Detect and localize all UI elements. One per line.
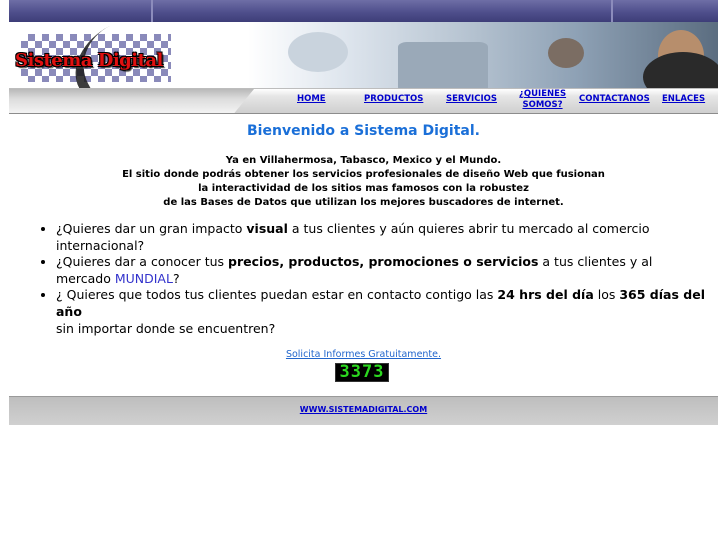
- photo-monitor-shape: [288, 32, 348, 72]
- feature-highlight: precios, productos, promociones o servic…: [228, 254, 539, 270]
- feature-text: sin importar donde se encuentren?: [56, 320, 276, 336]
- nav-productos[interactable]: PRODUCTOS: [364, 94, 423, 105]
- feature-text: ¿ Quieres que todos tus clientes puedan …: [56, 287, 498, 303]
- intro-text: Ya en Villahermosa, Tabasco, Mexico y el…: [9, 154, 718, 210]
- intro-line: El sitio donde podrás obtener los servic…: [122, 169, 605, 180]
- strip-divider: [611, 0, 613, 22]
- feature-text: ¿Quieres dar a conocer tus: [56, 254, 229, 270]
- nav-enlaces[interactable]: ENLACES: [662, 94, 705, 105]
- photo-desk-shape: [398, 42, 488, 88]
- top-banner-strip: [9, 0, 718, 22]
- nav-quienes-line2: SOMOS?: [522, 100, 563, 110]
- site-logo[interactable]: Sistema Digital: [15, 50, 163, 71]
- photo-person-hair: [643, 52, 718, 88]
- welcome-heading: Bienvenido a Sistema Digital.: [247, 123, 480, 139]
- header-photo: [248, 22, 718, 88]
- nav-quienes-line1: ¿QUIENES: [519, 89, 567, 99]
- visit-counter: 3373: [335, 363, 389, 382]
- list-item: ¿Quieres dar a conocer tus precios, prod…: [56, 254, 706, 287]
- list-item: ¿Quieres dar un gran impacto visual a tu…: [56, 221, 706, 254]
- feature-highlight: visual: [246, 221, 288, 236]
- intro-line: de las Bases de Datos que utilizan los m…: [163, 197, 564, 208]
- feature-mundial: MUNDIAL: [114, 270, 173, 286]
- photo-person-left: [548, 38, 584, 68]
- feature-text: los: [593, 287, 620, 303]
- intro-line: la interactividad de los sitios mas famo…: [198, 183, 529, 194]
- feature-highlight: 24 hrs del día: [497, 287, 594, 303]
- strip-divider: [151, 0, 153, 22]
- request-info-link[interactable]: Solicita Informes Gratuitamente.: [9, 349, 718, 360]
- feature-text: ¿Quieres dar un gran impacto: [56, 221, 247, 236]
- footer-site-link[interactable]: WWW.SISTEMADIGITAL.COM: [9, 405, 718, 414]
- nav-contactanos[interactable]: CONTACTANOS: [579, 94, 650, 105]
- feature-text: ?: [172, 270, 180, 286]
- list-item: ¿ Quieres que todos tus clientes puedan …: [56, 287, 706, 337]
- intro-line: Ya en Villahermosa, Tabasco, Mexico y el…: [225, 155, 502, 166]
- nav-home[interactable]: HOME: [297, 94, 326, 105]
- nav-servicios[interactable]: SERVICIOS: [446, 94, 497, 105]
- nav-bevel: [9, 89, 254, 113]
- main-nav: HOME PRODUCTOS SERVICIOS ¿QUIENES SOMOS?…: [9, 88, 718, 114]
- site-footer: WWW.SISTEMADIGITAL.COM: [9, 396, 718, 425]
- feature-list: ¿Quieres dar un gran impacto visual a tu…: [34, 221, 706, 337]
- site-header: Sistema Digital: [9, 22, 718, 88]
- nav-quienes-somos[interactable]: ¿QUIENES SOMOS?: [519, 89, 566, 111]
